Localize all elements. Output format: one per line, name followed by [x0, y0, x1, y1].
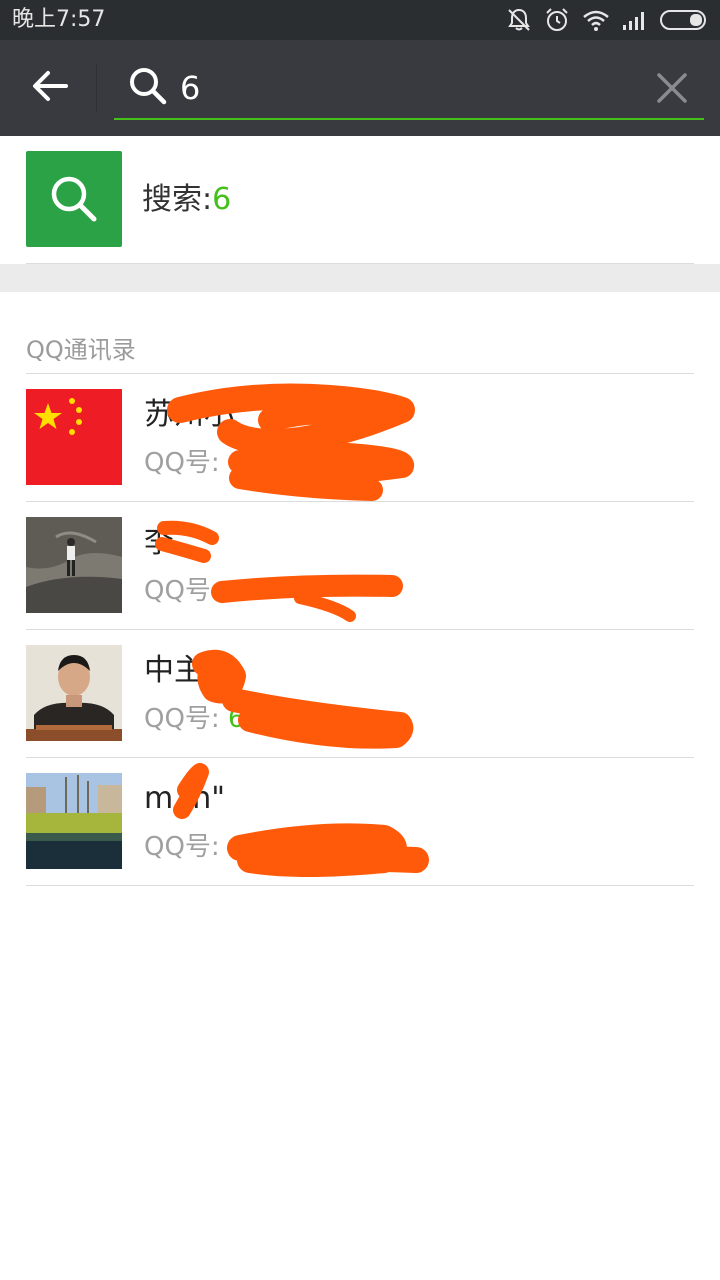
- section-gap: [0, 264, 720, 292]
- search-header: [0, 40, 720, 136]
- search-icon: [128, 66, 168, 110]
- wifi-icon: [582, 8, 610, 32]
- close-icon: [656, 72, 688, 108]
- search-suggestion[interactable]: 搜索:6: [0, 136, 720, 264]
- mute-icon: [506, 7, 532, 33]
- search-field[interactable]: [114, 58, 704, 120]
- qq-label: QQ号: [144, 576, 211, 606]
- search-input[interactable]: [180, 66, 620, 110]
- man-portrait-photo: [26, 645, 122, 741]
- contact-qq: QQ号: 6: [144, 446, 245, 480]
- status-time: 晚上7:57: [12, 7, 106, 32]
- battery-icon: [660, 9, 710, 31]
- contact-row[interactable]: 苏州小 QQ号: 6: [0, 374, 720, 502]
- qq-label: QQ号:: [144, 448, 228, 478]
- qq-value: 6: [227, 448, 245, 478]
- qq-label: QQ号:: [144, 704, 228, 734]
- avatar: [26, 645, 122, 741]
- qq-value: 6: [227, 704, 245, 734]
- suggestion-query: 6: [212, 182, 232, 217]
- status-bar: 晚上7:57: [0, 0, 720, 40]
- china-flag-icon: [26, 389, 122, 485]
- suggestion-label: 搜索:: [142, 182, 213, 217]
- back-button[interactable]: [22, 60, 78, 116]
- clear-button[interactable]: [650, 68, 694, 112]
- contact-qq: QQ号: 6: [144, 702, 245, 736]
- suggestion-text: 搜索:6: [142, 182, 231, 218]
- contact-name: 李: [144, 525, 174, 560]
- qq-label: QQ号:: [144, 832, 228, 862]
- contact-row[interactable]: 李 QQ号: [0, 502, 720, 630]
- contact-qq: QQ号: [144, 574, 211, 608]
- contact-name: 中主: [144, 653, 204, 688]
- contact-name: m n": [144, 781, 226, 816]
- avatar: [26, 517, 122, 613]
- arrow-left-icon: [32, 70, 68, 106]
- qq-value: 6: [227, 832, 245, 862]
- contact-row[interactable]: m n" QQ号: 6: [0, 758, 720, 886]
- contact-name: 苏州小: [144, 397, 234, 432]
- divider: [26, 885, 694, 886]
- avatar: [26, 773, 122, 869]
- signal-icon: [622, 9, 648, 31]
- contact-qq: QQ号: 6: [144, 830, 245, 864]
- contact-row[interactable]: 中主 QQ号: 6: [0, 630, 720, 758]
- header-divider: [96, 64, 97, 112]
- avatar: [26, 389, 122, 485]
- lake-landscape-photo: [26, 773, 122, 869]
- person-on-rock-photo: [26, 517, 122, 613]
- contact-list: 苏州小 QQ号: 6 李 QQ号 中主 QQ号: 6 m n" QQ号: 6: [0, 374, 720, 886]
- suggestion-search-icon: [26, 151, 122, 247]
- status-icons: [506, 6, 710, 34]
- section-title: QQ通讯录: [26, 336, 136, 364]
- alarm-icon: [544, 7, 570, 33]
